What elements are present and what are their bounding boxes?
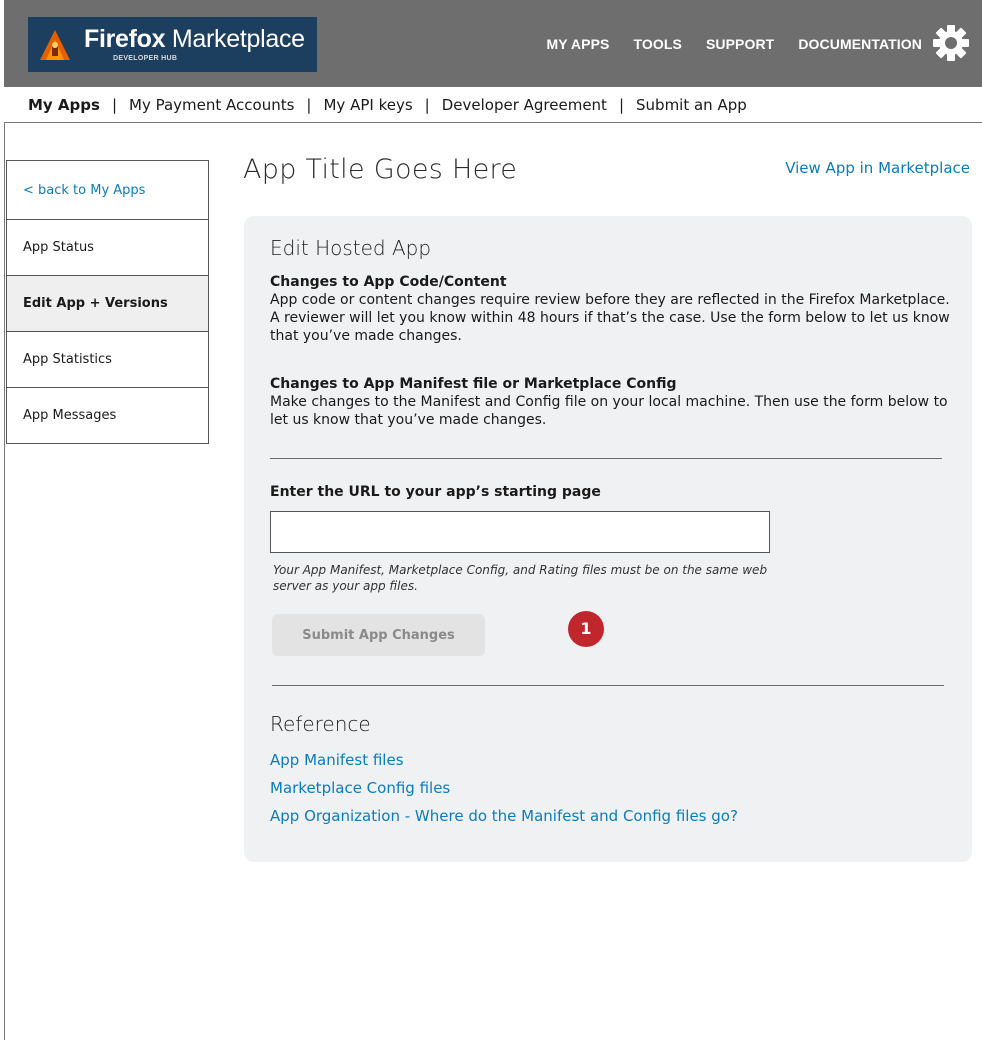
view-in-marketplace-link[interactable]: View App in Marketplace: [785, 159, 970, 177]
start-url-input[interactable]: [270, 511, 770, 553]
section-divider: [270, 458, 942, 459]
nav-tools[interactable]: TOOLS: [633, 36, 681, 52]
gear-icon[interactable]: [932, 24, 970, 62]
frame-divider: [4, 123, 5, 1040]
subnav-separator: |: [424, 96, 430, 114]
logo-title-rest: Marketplace: [165, 25, 305, 53]
nav-documentation[interactable]: DOCUMENTATION: [798, 36, 922, 52]
nav-my-apps[interactable]: MY APPS: [547, 36, 610, 52]
manifest-changes-heading: Changes to App Manifest file or Marketpl…: [270, 376, 677, 392]
code-changes-text: App code or content changes require revi…: [270, 292, 950, 344]
page-title: App Title Goes Here: [243, 154, 518, 185]
subnav-developer-agreement[interactable]: Developer Agreement: [442, 96, 607, 114]
ref-link-marketplace-config[interactable]: Marketplace Config files: [270, 774, 738, 802]
section-divider: [272, 685, 944, 686]
subnav-separator: |: [111, 96, 118, 114]
sub-nav: My Apps | My Payment Accounts | My API keys |…: [4, 87, 982, 123]
app-sidebar: < back to My Apps App Status Edit App + …: [6, 160, 209, 444]
subnav-my-apps[interactable]: My Apps: [28, 96, 100, 114]
annotation-badge: 1: [568, 611, 604, 647]
manifest-changes-section: Changes to App Manifest file or Marketpl…: [270, 376, 950, 429]
subnav-separator: |: [618, 96, 625, 114]
panel-title: Edit Hosted App: [270, 236, 432, 260]
reference-links: App Manifest files Marketplace Config fi…: [270, 746, 738, 830]
reference-title: Reference: [270, 712, 371, 736]
subnav-submit-app[interactable]: Submit an App: [636, 96, 747, 114]
ref-link-app-manifest[interactable]: App Manifest files: [270, 746, 738, 774]
code-changes-section: Changes to App Code/Content App code or …: [270, 274, 950, 345]
url-label: Enter the URL to your app’s starting pag…: [270, 484, 601, 500]
logo-title-bold: Firefox: [84, 25, 166, 53]
code-changes-heading: Changes to App Code/Content: [270, 274, 507, 290]
submit-app-changes-button[interactable]: Submit App Changes: [272, 614, 485, 656]
ref-link-app-organization[interactable]: App Organization - Where do the Manifest…: [270, 802, 738, 830]
subnav-separator: |: [306, 96, 312, 114]
rocket-logo-icon: [40, 30, 70, 60]
edit-hosted-app-panel: Edit Hosted App Changes to App Code/Cont…: [244, 216, 972, 862]
subnav-payment-accounts[interactable]: My Payment Accounts: [129, 96, 294, 114]
subnav-api-keys[interactable]: My API keys: [323, 96, 412, 114]
sidebar-item-back[interactable]: < back to My Apps: [7, 161, 208, 220]
sidebar-item-app-messages[interactable]: App Messages: [7, 388, 208, 444]
sidebar-item-app-statistics[interactable]: App Statistics: [7, 332, 208, 388]
sidebar-item-app-status[interactable]: App Status: [7, 220, 208, 276]
url-hint: Your App Manifest, Marketplace Config, a…: [273, 563, 768, 593]
logo-subtitle: DEVELOPER HUB: [113, 55, 178, 62]
nav-support[interactable]: SUPPORT: [706, 36, 774, 52]
marketplace-logo[interactable]: Firefox Marketplace DEVELOPER HUB: [28, 17, 317, 72]
sidebar-item-edit-app[interactable]: Edit App + Versions: [7, 276, 208, 332]
top-header: Firefox Marketplace DEVELOPER HUB MY APP…: [4, 0, 982, 87]
top-nav: MY APPS TOOLS SUPPORT DOCUMENTATION: [523, 36, 922, 52]
manifest-changes-text: Make changes to the Manifest and Config …: [270, 394, 948, 428]
